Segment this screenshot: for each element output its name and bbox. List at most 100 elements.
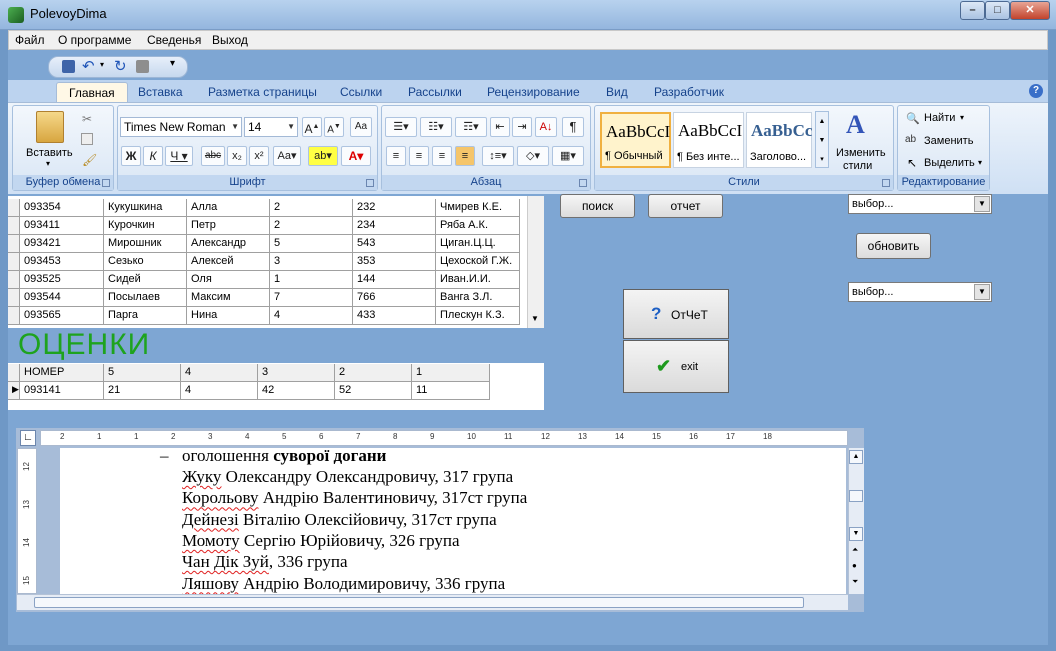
find-button[interactable]: Найти [924,112,955,124]
replace-icon[interactable]: ab [905,134,916,145]
sort-button[interactable]: А↓ [535,117,557,137]
select-dropdown-icon[interactable]: ▾ [978,158,982,167]
scroll-down-icon[interactable]: ▼ [849,527,863,541]
next-page-icon[interactable]: ⏷ [852,577,858,587]
shading-button[interactable]: ◇▾ [517,146,549,166]
row-indicator[interactable] [8,289,20,307]
subscript-button[interactable]: x₂ [227,146,247,166]
select-icon[interactable]: ↖ [907,156,917,170]
styles-launcher-icon[interactable] [882,179,890,187]
student-cell[interactable]: 766 [353,289,436,307]
student-cell[interactable]: 3 [270,253,353,271]
paragraph-launcher-icon[interactable] [579,179,587,187]
grades-cell[interactable]: 21 [104,382,181,400]
tab-page-layout[interactable]: Разметка страницы [208,82,317,102]
student-cell[interactable]: Сезько [104,253,187,271]
justify-button[interactable]: ≡ [455,146,475,166]
help-icon[interactable]: ? [1029,84,1043,98]
grow-font-button[interactable]: A▲ [302,117,322,137]
grades-cell[interactable]: 11 [412,382,490,400]
change-styles-icon[interactable]: A [846,110,865,140]
style-normal[interactable]: AaBbCcI ¶ Обычный [600,112,671,168]
align-right-button[interactable]: ≡ [432,146,452,166]
bullets-button[interactable]: ☰▾ [385,117,417,137]
font-size-select[interactable]: 14 ▼ [244,117,298,137]
customize-qat-icon[interactable]: ▾ [170,58,175,69]
row-indicator[interactable] [8,217,20,235]
student-cell[interactable]: Мирошник [104,235,187,253]
grades-header[interactable]: 3 [258,364,335,382]
students-scrollbar[interactable] [527,196,544,328]
row-indicator[interactable] [8,253,20,271]
font-launcher-icon[interactable] [366,179,374,187]
multilevel-list-button[interactable]: ☶▾ [455,117,487,137]
student-cell[interactable]: 7 [270,289,353,307]
student-cell[interactable]: 1 [270,271,353,289]
student-cell[interactable]: Парга [104,307,187,325]
font-color-button[interactable]: A▾ [341,146,371,166]
tab-selector-icon[interactable]: ∟ [20,430,36,446]
increase-indent-button[interactable]: ⇥ [512,117,532,137]
student-cell[interactable]: Александр [187,235,270,253]
grades-header[interactable]: НОМЕР [20,364,104,382]
replace-button[interactable]: Заменить [924,135,973,147]
underline-button[interactable]: Ч ▾ [165,146,193,166]
student-cell[interactable]: 093544 [20,289,104,307]
grades-cell[interactable]: 093141 [20,382,104,400]
undo-dropdown-icon[interactable]: ▾ [100,60,104,69]
student-cell[interactable]: 093411 [20,217,104,235]
menu-file[interactable]: Файл [15,33,45,47]
numbering-button[interactable]: ☷▾ [420,117,452,137]
grades-cell[interactable]: 4 [181,382,258,400]
student-cell[interactable]: Ряба А.К. [436,217,520,235]
report-button[interactable]: отчет [648,194,723,218]
student-cell[interactable]: 2 [270,217,353,235]
student-cell[interactable]: 093525 [20,271,104,289]
student-cell[interactable]: Петр [187,217,270,235]
student-cell[interactable]: Алла [187,199,270,217]
student-cell[interactable]: 093421 [20,235,104,253]
student-cell[interactable]: Максим [187,289,270,307]
show-marks-button[interactable]: ¶ [562,117,584,137]
student-cell[interactable]: 2 [270,199,353,217]
tab-developer[interactable]: Разработчик [654,82,724,102]
document-page[interactable]: – оголошення суворої догани Жуку Олексан… [60,446,846,594]
student-cell[interactable]: Иван.И.И. [436,271,520,289]
grades-cell[interactable]: 52 [335,382,412,400]
grades-header[interactable]: 5 [104,364,181,382]
copy-icon[interactable] [81,133,93,145]
student-cell[interactable]: Нина [187,307,270,325]
student-cell[interactable]: 5 [270,235,353,253]
student-cell[interactable]: Кукушкина [104,199,187,217]
grades-header[interactable]: 2 [335,364,412,382]
student-cell[interactable]: 093565 [20,307,104,325]
style-heading[interactable]: AaBbCc Заголово... [746,112,812,168]
student-cell[interactable]: 353 [353,253,436,271]
bold-button[interactable]: Ж [121,146,141,166]
print-icon[interactable] [136,60,149,73]
select-button[interactable]: Выделить [924,157,975,169]
line-spacing-button[interactable]: ↕≡▾ [482,146,514,166]
borders-button[interactable]: ▦▾ [552,146,584,166]
student-cell[interactable]: Ванга З.Л. [436,289,520,307]
refresh-button[interactable]: обновить [856,233,931,259]
close-button[interactable]: ✕ [1010,1,1050,20]
decrease-indent-button[interactable]: ⇤ [490,117,510,137]
search-button[interactable]: поиск [560,194,635,218]
menu-exit[interactable]: Выход [212,33,248,47]
student-cell[interactable]: Чмирев К.Е. [436,199,520,217]
student-cell[interactable]: Сидей [104,271,187,289]
scroll-thumb[interactable] [849,490,863,502]
student-cell[interactable]: Курочкин [104,217,187,235]
align-center-button[interactable]: ≡ [409,146,429,166]
student-cell[interactable]: Алексей [187,253,270,271]
redo-icon[interactable]: ↻ [114,57,127,75]
paste-icon[interactable] [36,111,64,143]
menu-info[interactable]: Сведенья [147,33,201,47]
tab-mailings[interactable]: Рассылки [408,82,462,102]
save-icon[interactable] [62,60,75,73]
student-cell[interactable]: 234 [353,217,436,235]
change-styles-label[interactable]: Изменить [836,147,886,159]
student-cell[interactable]: 232 [353,199,436,217]
student-cell[interactable]: Плескун К.З. [436,307,520,325]
